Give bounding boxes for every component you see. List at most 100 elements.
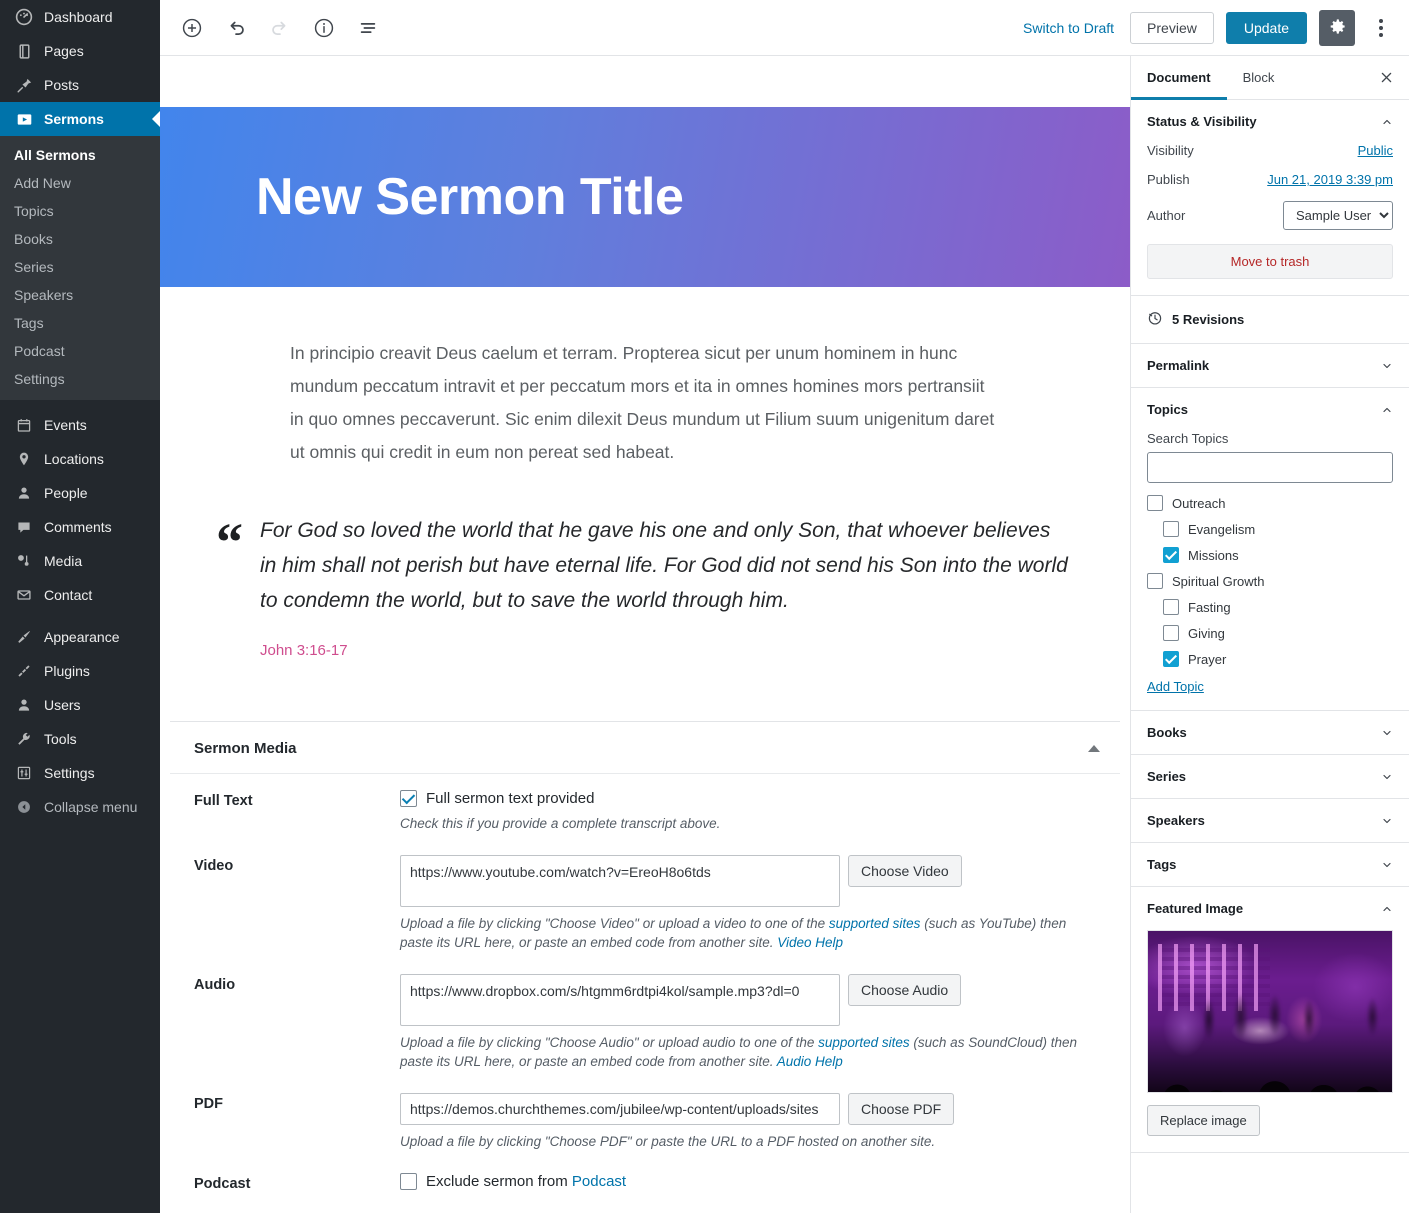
topic-checkbox[interactable] <box>1163 521 1179 537</box>
topic-item-giving[interactable]: Giving <box>1147 625 1393 641</box>
switch-to-draft-button[interactable]: Switch to Draft <box>1019 14 1118 42</box>
tab-document[interactable]: Document <box>1131 56 1227 100</box>
submenu-item-tags[interactable]: Tags <box>0 309 160 337</box>
sidebar-item-label: People <box>44 485 88 501</box>
info-icon[interactable] <box>306 10 342 46</box>
sidebar-item-tools[interactable]: Tools <box>0 722 160 756</box>
posts-pin-icon <box>14 75 34 95</box>
move-to-trash-button[interactable]: Move to trash <box>1147 244 1393 279</box>
sermon-body-paragraph[interactable]: In principio creavit Deus caelum et terr… <box>160 337 1130 469</box>
field-control-audio: Choose Audio Upload a file by clicking "… <box>400 974 1100 1071</box>
podcast-checkbox-line: Exclude sermon from Podcast <box>400 1173 1100 1190</box>
submenu-item-topics[interactable]: Topics <box>0 197 160 225</box>
replace-image-button[interactable]: Replace image <box>1147 1105 1260 1136</box>
sidebar-item-comments[interactable]: Comments <box>0 510 160 544</box>
topic-item-evangelism[interactable]: Evangelism <box>1147 521 1393 537</box>
topic-item-missions[interactable]: Missions <box>1147 547 1393 563</box>
more-options-icon[interactable] <box>1367 10 1395 46</box>
sidebar-item-media[interactable]: Media <box>0 544 160 578</box>
add-topic-link[interactable]: Add Topic <box>1147 679 1204 694</box>
audio-url-input[interactable] <box>400 974 840 1026</box>
topic-checkbox[interactable] <box>1163 547 1179 563</box>
revisions-row[interactable]: 5 Revisions <box>1131 296 1409 344</box>
submenu-item-speakers[interactable]: Speakers <box>0 281 160 309</box>
submenu-item-books[interactable]: Books <box>0 225 160 253</box>
submenu-item-series[interactable]: Series <box>0 253 160 281</box>
list-view-icon[interactable] <box>350 10 386 46</box>
audio-help-link[interactable]: Audio Help <box>777 1054 843 1069</box>
submenu-item-add-new[interactable]: Add New <box>0 169 160 197</box>
sidebar-item-locations[interactable]: Locations <box>0 442 160 476</box>
panel-header-featured-image[interactable]: Featured Image <box>1131 887 1409 930</box>
clock-icon <box>1147 310 1163 329</box>
topic-label: Missions <box>1188 547 1239 563</box>
metabox-header[interactable]: Sermon Media <box>170 722 1120 774</box>
sidebar-item-posts[interactable]: Posts <box>0 68 160 102</box>
submenu-item-all-sermons[interactable]: All Sermons <box>0 141 160 169</box>
video-url-input[interactable] <box>400 855 840 907</box>
search-topics-input[interactable] <box>1147 452 1393 483</box>
full-text-help: Check this if you provide a complete tra… <box>400 816 721 831</box>
panel-header-permalink[interactable]: Permalink <box>1131 344 1409 387</box>
sidebar-item-people[interactable]: People <box>0 476 160 510</box>
topic-item-outreach[interactable]: Outreach <box>1147 495 1393 511</box>
author-select[interactable]: Sample User <box>1283 201 1393 230</box>
quote-mark-icon: “ <box>216 512 243 572</box>
choose-pdf-button[interactable]: Choose PDF <box>848 1093 955 1125</box>
sidebar-item-appearance[interactable]: Appearance <box>0 620 160 654</box>
supported-sites-link[interactable]: supported sites <box>829 916 921 931</box>
panel-header-speakers[interactable]: Speakers <box>1131 799 1409 842</box>
podcast-link[interactable]: Podcast <box>572 1173 626 1190</box>
panel-header-tags[interactable]: Tags <box>1131 843 1409 886</box>
panel-header-series[interactable]: Series <box>1131 755 1409 798</box>
podcast-exclude-checkbox[interactable] <box>400 1173 417 1190</box>
sidebar-item-plugins[interactable]: Plugins <box>0 654 160 688</box>
full-text-checkbox[interactable] <box>400 790 417 807</box>
topic-checkbox[interactable] <box>1163 599 1179 615</box>
topic-label: Prayer <box>1188 651 1227 667</box>
visibility-value[interactable]: Public <box>1358 143 1393 158</box>
close-icon[interactable] <box>1371 63 1401 93</box>
topic-checkbox[interactable] <box>1147 573 1163 589</box>
panel-permalink: Permalink <box>1131 344 1409 388</box>
add-block-icon[interactable] <box>174 10 210 46</box>
panel-header-status[interactable]: Status & Visibility <box>1131 100 1409 143</box>
panel-title-status: Status & Visibility <box>1147 114 1257 129</box>
sidebar-item-sermons[interactable]: Sermons <box>0 102 160 136</box>
sidebar-item-settings[interactable]: Settings <box>0 756 160 790</box>
choose-audio-button[interactable]: Choose Audio <box>848 974 962 1006</box>
choose-video-button[interactable]: Choose Video <box>848 855 962 887</box>
video-help-link[interactable]: Video Help <box>777 935 843 950</box>
topic-checkbox[interactable] <box>1163 651 1179 667</box>
topic-item-prayer[interactable]: Prayer <box>1147 651 1393 667</box>
panel-featured-image: Featured Image Replace image <box>1131 887 1409 1153</box>
undo-icon[interactable] <box>218 10 254 46</box>
submenu-item-settings[interactable]: Settings <box>0 365 160 393</box>
supported-sites-link[interactable]: supported sites <box>818 1035 910 1050</box>
preview-button[interactable]: Preview <box>1130 11 1214 44</box>
collapse-menu-button[interactable]: Collapse menu <box>0 790 160 824</box>
featured-image-thumbnail[interactable] <box>1147 930 1393 1093</box>
metabox-collapse-icon[interactable] <box>1088 745 1100 752</box>
settings-gear-button[interactable] <box>1319 9 1355 46</box>
pdf-url-input[interactable] <box>400 1093 840 1125</box>
panel-header-books[interactable]: Books <box>1131 711 1409 754</box>
sidebar-item-events[interactable]: Events <box>0 408 160 442</box>
tab-block[interactable]: Block <box>1227 56 1291 100</box>
sidebar-item-dashboard[interactable]: Dashboard <box>0 0 160 34</box>
topic-item-spiritual-growth[interactable]: Spiritual Growth <box>1147 573 1393 589</box>
sidebar-item-contact[interactable]: Contact <box>0 578 160 612</box>
panel-header-topics[interactable]: Topics <box>1131 388 1409 431</box>
pullquote-block[interactable]: “ For God so loved the world that he gav… <box>160 513 1130 659</box>
topic-checkbox[interactable] <box>1163 625 1179 641</box>
sidebar-item-pages[interactable]: Pages <box>0 34 160 68</box>
plug-icon <box>14 661 34 681</box>
publish-date-value[interactable]: Jun 21, 2019 3:39 pm <box>1267 172 1393 187</box>
submenu-item-podcast[interactable]: Podcast <box>0 337 160 365</box>
update-button[interactable]: Update <box>1225 11 1307 44</box>
sidebar-item-label: Posts <box>44 77 80 93</box>
sidebar-item-users[interactable]: Users <box>0 688 160 722</box>
topic-checkbox[interactable] <box>1147 495 1163 511</box>
page-title[interactable]: New Sermon Title <box>160 167 684 227</box>
topic-item-fasting[interactable]: Fasting <box>1147 599 1393 615</box>
